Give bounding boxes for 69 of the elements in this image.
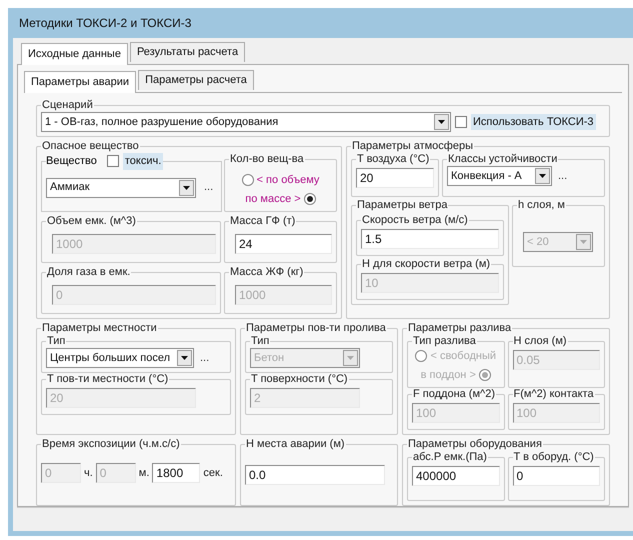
group-label: Опасное вещество xyxy=(41,140,140,153)
checkbox-label: токсич. xyxy=(122,153,164,170)
radio-label: < свободный xyxy=(430,349,496,364)
group-label: Параметры атмосферы xyxy=(351,140,474,153)
group-label: h слоя, м xyxy=(517,199,566,212)
checkbox[interactable] xyxy=(455,116,467,128)
caret-icon xyxy=(434,114,449,130)
radio-button[interactable] xyxy=(242,174,254,186)
group-label: Параметры разлива xyxy=(407,322,512,335)
text-field[interactable]: 0.0 xyxy=(245,465,385,485)
window-title: Методики ТОКСИ-2 и ТОКСИ-3 xyxy=(19,15,192,32)
caret-icon xyxy=(177,350,192,366)
group-label: H места аварии (м) xyxy=(245,438,346,451)
radio-label: в поддон > xyxy=(420,368,476,382)
radio-label: по массе > xyxy=(245,192,301,206)
group-label: Тип разлива xyxy=(412,335,477,348)
text-field[interactable]: 400000 xyxy=(412,466,500,486)
group-label: Вещество xyxy=(46,154,97,169)
caret-icon xyxy=(576,234,591,250)
group-label: H для скорости ветра (м) xyxy=(361,258,492,271)
group-label: Масса ГФ (т) xyxy=(229,215,296,228)
group-label: Тип xyxy=(250,335,270,348)
text-field[interactable]: 0 xyxy=(512,466,600,486)
text-field[interactable]: 20 xyxy=(356,168,434,188)
group-label: Параметры ветра xyxy=(356,199,448,212)
group-label: абс.P емк.(Па) xyxy=(412,451,488,464)
caret-icon xyxy=(179,180,194,196)
dropdown[interactable]: 1 - ОВ-газ, полное разрушение оборудования xyxy=(41,112,451,132)
dropdown[interactable]: Конвекция - А xyxy=(447,166,552,186)
group-label: Параметры местности xyxy=(41,322,158,335)
group-label: Скорость ветра (м/с) xyxy=(361,214,469,227)
text-field[interactable]: 1800 xyxy=(152,463,200,483)
unit-label: ч. xyxy=(84,466,93,481)
radio-button[interactable] xyxy=(304,192,316,205)
more-button[interactable]: ... xyxy=(200,179,218,196)
text-field[interactable]: 1.5 xyxy=(361,229,499,249)
more-button[interactable]: ... xyxy=(196,350,214,366)
radio-label: < по объему xyxy=(256,173,320,188)
tab[interactable]: Параметры расчета xyxy=(138,70,254,90)
group-label: Объем емк. (м^3) xyxy=(46,215,137,228)
group-label: T в оборуд. (°C) xyxy=(512,451,595,464)
group-label: F(м^2) контакта xyxy=(512,388,595,401)
tab[interactable]: Параметры аварии xyxy=(24,71,136,93)
tab[interactable]: Результаты расчета xyxy=(130,42,246,62)
group-label: T воздуха (°C) xyxy=(356,153,430,166)
group-label: Тип xyxy=(46,335,66,348)
checkbox[interactable] xyxy=(106,155,119,168)
group-label: Классы устойчивости xyxy=(447,153,558,166)
group-label: Параметры оборудования xyxy=(407,438,543,451)
text-field[interactable]: 24 xyxy=(235,234,332,254)
group-label: Кол-во вещ-ва xyxy=(229,153,305,166)
dropdown[interactable]: Аммиак xyxy=(46,178,196,198)
unit-label: м. xyxy=(138,466,150,481)
dropdown[interactable]: Центры больших посел xyxy=(46,348,194,368)
tab[interactable]: Исходные данные xyxy=(21,43,128,65)
checkbox-label: Использовать ТОКСИ-3 xyxy=(471,114,596,130)
group-label: T пов-ти местности (°C) xyxy=(46,373,170,386)
group-label: Время экспозиции (ч.м.с/с) xyxy=(41,438,181,451)
group-label: Сценарий xyxy=(41,99,94,112)
more-button[interactable]: ... xyxy=(554,168,572,184)
group-label: Параметры пов-ти пролива xyxy=(245,322,387,335)
group-label: Доля газа в емк. xyxy=(46,266,132,279)
unit-label: сек. xyxy=(203,466,223,481)
group-label: T поверхности (°C) xyxy=(250,373,349,386)
group-label: H слоя (м) xyxy=(512,335,568,348)
group-label: Масса ЖФ (кг) xyxy=(229,266,304,279)
group-label: F поддона (м^2) xyxy=(412,388,496,401)
caret-icon xyxy=(343,350,358,366)
caret-icon xyxy=(535,168,550,184)
